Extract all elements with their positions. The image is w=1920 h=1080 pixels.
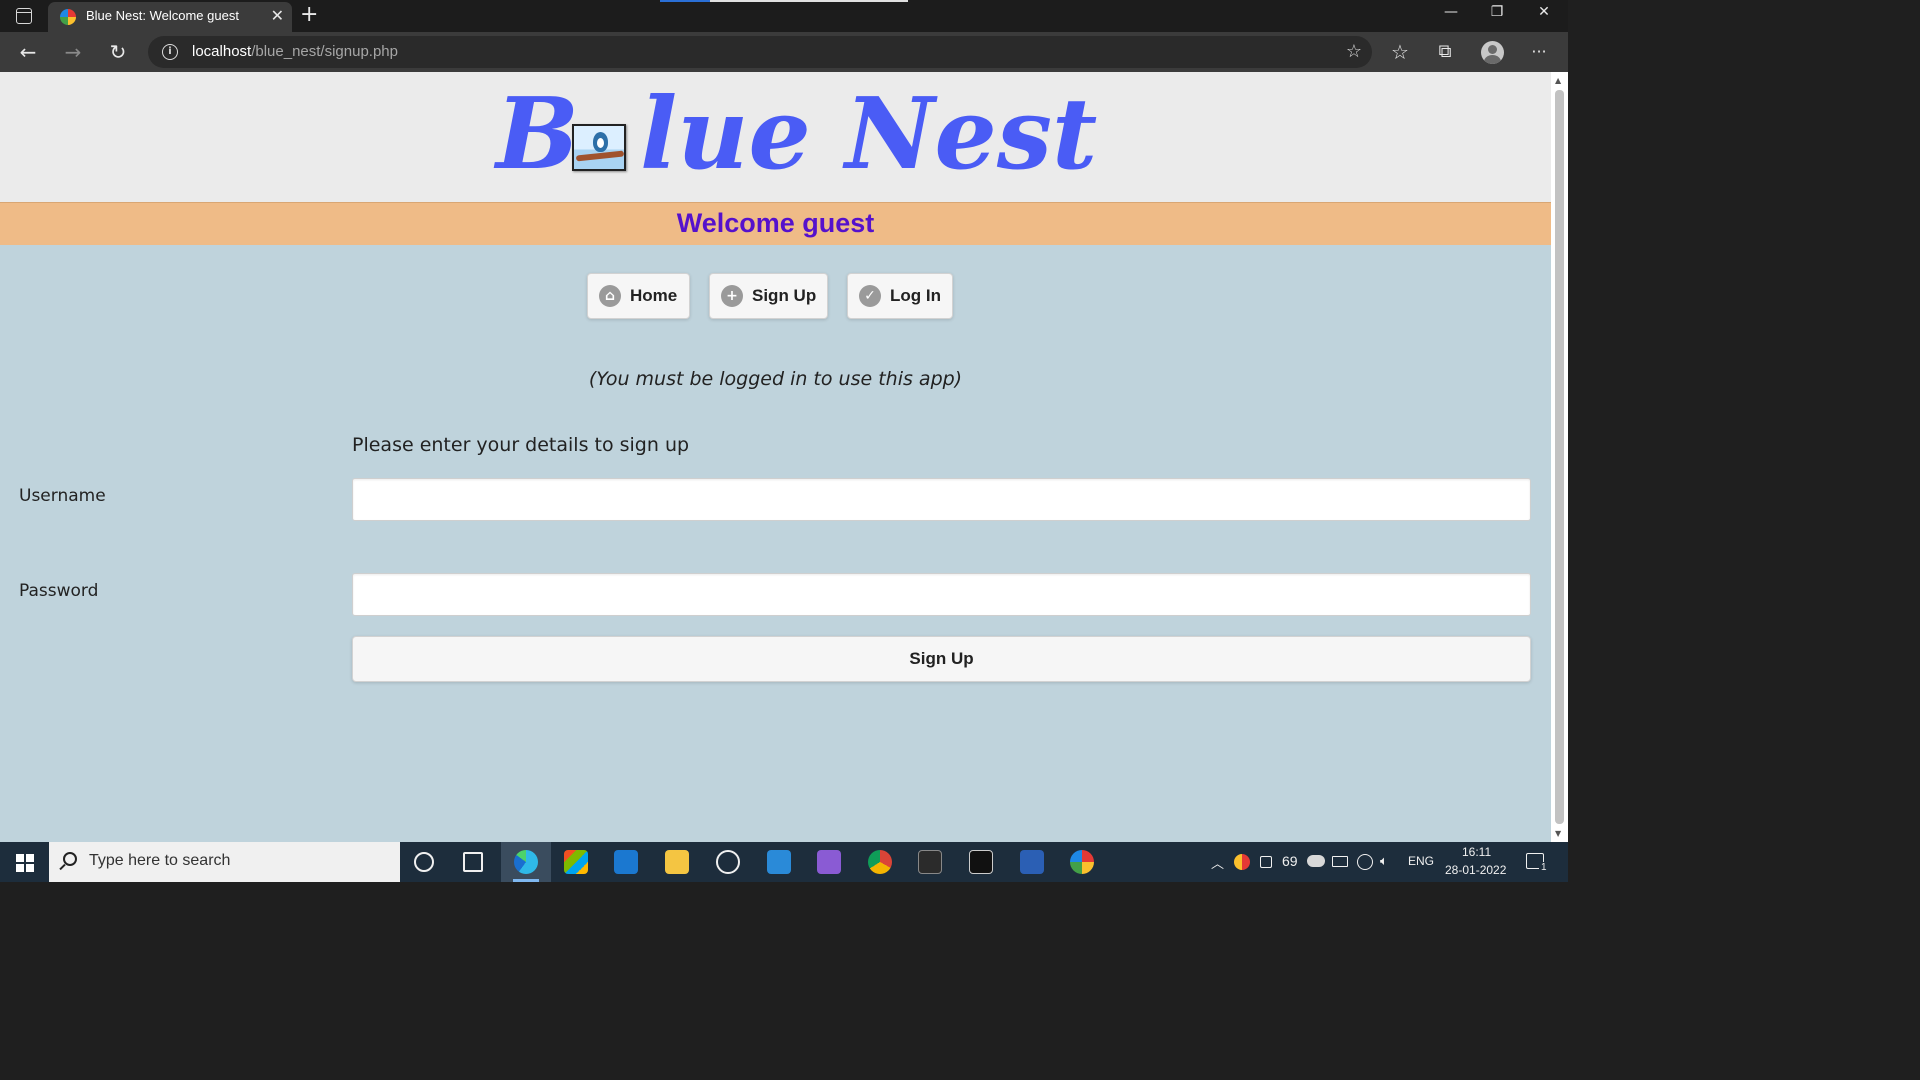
welcome-text: Welcome guest xyxy=(676,208,875,238)
logo-text: lue Nest xyxy=(640,77,1098,192)
store-icon[interactable] xyxy=(564,850,588,874)
bird-icon xyxy=(593,132,608,152)
taskbar-search-placeholder: Type here to search xyxy=(89,852,231,869)
volume-icon[interactable]: 🔈︎ xyxy=(1380,853,1388,869)
mail-icon[interactable] xyxy=(614,850,638,874)
address-bar[interactable]: i localhost/blue_nest/signup.php ☆ xyxy=(148,36,1372,68)
page-scrollbar[interactable]: ▲ ▼ xyxy=(1551,72,1568,842)
login-required-message: (You must be logged in to use this app) xyxy=(588,368,963,390)
battery-icon[interactable] xyxy=(1332,856,1348,867)
home-button[interactable]: ⌂ Home xyxy=(587,273,690,319)
signup-nav-button[interactable]: + Sign Up xyxy=(709,273,828,319)
profile-avatar-icon[interactable] xyxy=(1481,41,1504,64)
site-favicon-icon xyxy=(60,9,76,25)
check-icon: ✓ xyxy=(859,285,881,307)
site-header: B lue Nest xyxy=(0,72,1551,202)
home-icon: ⌂ xyxy=(599,285,621,307)
logo-letter-b: B xyxy=(496,77,579,192)
tab-title: Blue Nest: Welcome guest xyxy=(86,8,239,23)
word-icon[interactable] xyxy=(1020,850,1044,874)
terminal-icon[interactable] xyxy=(918,850,942,874)
taskbar: Type here to search ︿ 69 🔈︎ ENG 16:11 28… xyxy=(0,842,1568,882)
password-input[interactable] xyxy=(352,573,1531,616)
bird-logo-image xyxy=(572,124,626,171)
add-favorite-icon[interactable]: ☆ xyxy=(1346,41,1362,62)
login-nav-label: Log In xyxy=(890,286,941,305)
browser-toolbar: ← → ↻ i localhost/blue_nest/signup.php ☆… xyxy=(0,32,1568,72)
browser-tab-active[interactable]: Blue Nest: Welcome guest ✕ xyxy=(48,2,292,32)
search-icon xyxy=(63,852,77,866)
url-text[interactable]: localhost/blue_nest/signup.php xyxy=(192,43,398,60)
refresh-icon[interactable]: ↻ xyxy=(106,40,130,64)
form-heading: Please enter your details to sign up xyxy=(352,434,690,456)
network-globe-icon[interactable] xyxy=(1357,854,1373,870)
command-prompt-icon[interactable] xyxy=(969,850,993,874)
clock-date[interactable]: 28-01-2022 xyxy=(1445,863,1506,877)
clock-time[interactable]: 16:11 xyxy=(1462,845,1491,859)
signup-nav-label: Sign Up xyxy=(752,286,817,305)
meet-now-icon[interactable] xyxy=(1260,856,1272,868)
back-icon[interactable]: ← xyxy=(16,40,40,64)
visual-studio-icon[interactable] xyxy=(817,850,841,874)
page-viewport: B lue Nest Welcome guest ⌂ Home + Sign U… xyxy=(0,72,1551,842)
username-input[interactable] xyxy=(352,478,1531,521)
plus-icon: + xyxy=(721,285,743,307)
close-window-button[interactable]: ✕ xyxy=(1521,4,1567,20)
username-label: Username xyxy=(19,486,106,506)
url-path: /blue_nest/signup.php xyxy=(251,43,398,60)
welcome-banner: Welcome guest xyxy=(0,202,1551,245)
tray-number[interactable]: 69 xyxy=(1282,853,1298,869)
home-button-label: Home xyxy=(630,286,678,305)
taskbar-search-box[interactable]: Type here to search xyxy=(49,842,400,882)
show-hidden-icons-icon[interactable]: ︿ xyxy=(1211,853,1224,872)
browser-titlebar: Blue Nest: Welcome guest ✕ + — ❐ ✕ xyxy=(0,0,1568,32)
dell-icon[interactable] xyxy=(716,850,740,874)
login-nav-button[interactable]: ✓ Log In xyxy=(847,273,953,319)
minimize-button[interactable]: — xyxy=(1428,4,1474,20)
forward-icon[interactable]: → xyxy=(61,40,85,64)
favorites-icon[interactable]: ☆ xyxy=(1388,40,1412,64)
tab-close-icon[interactable]: ✕ xyxy=(271,6,284,25)
tray-app-icon[interactable] xyxy=(1234,854,1250,870)
vscode-icon[interactable] xyxy=(767,850,791,874)
branch-shape xyxy=(575,150,624,162)
more-menu-icon[interactable]: ··· xyxy=(1527,40,1551,64)
scroll-up-icon[interactable]: ▲ xyxy=(1555,76,1561,85)
language-indicator[interactable]: ENG xyxy=(1408,854,1434,868)
onedrive-icon[interactable] xyxy=(1307,855,1325,867)
tab-loading-bar xyxy=(660,0,908,2)
cortana-icon[interactable] xyxy=(414,852,434,872)
edge-icon[interactable] xyxy=(514,850,538,874)
signup-submit-button[interactable]: Sign Up xyxy=(352,636,1531,682)
notification-count: 1 xyxy=(1539,862,1549,873)
site-info-icon[interactable]: i xyxy=(162,44,178,60)
collections-icon[interactable]: ⧉ xyxy=(1433,40,1457,64)
windows-start-icon[interactable] xyxy=(16,854,34,872)
task-view-icon[interactable] xyxy=(463,852,483,872)
tab-actions-icon[interactable] xyxy=(16,8,32,24)
restore-button[interactable]: ❐ xyxy=(1474,4,1520,20)
url-host: localhost xyxy=(192,43,252,60)
password-label: Password xyxy=(19,581,99,601)
scroll-thumb[interactable] xyxy=(1555,90,1564,824)
chrome-icon[interactable] xyxy=(868,850,892,874)
file-explorer-icon[interactable] xyxy=(665,850,689,874)
xampp-icon[interactable] xyxy=(1070,850,1094,874)
scroll-down-icon[interactable]: ▼ xyxy=(1555,829,1561,838)
new-tab-button[interactable]: + xyxy=(300,2,318,27)
